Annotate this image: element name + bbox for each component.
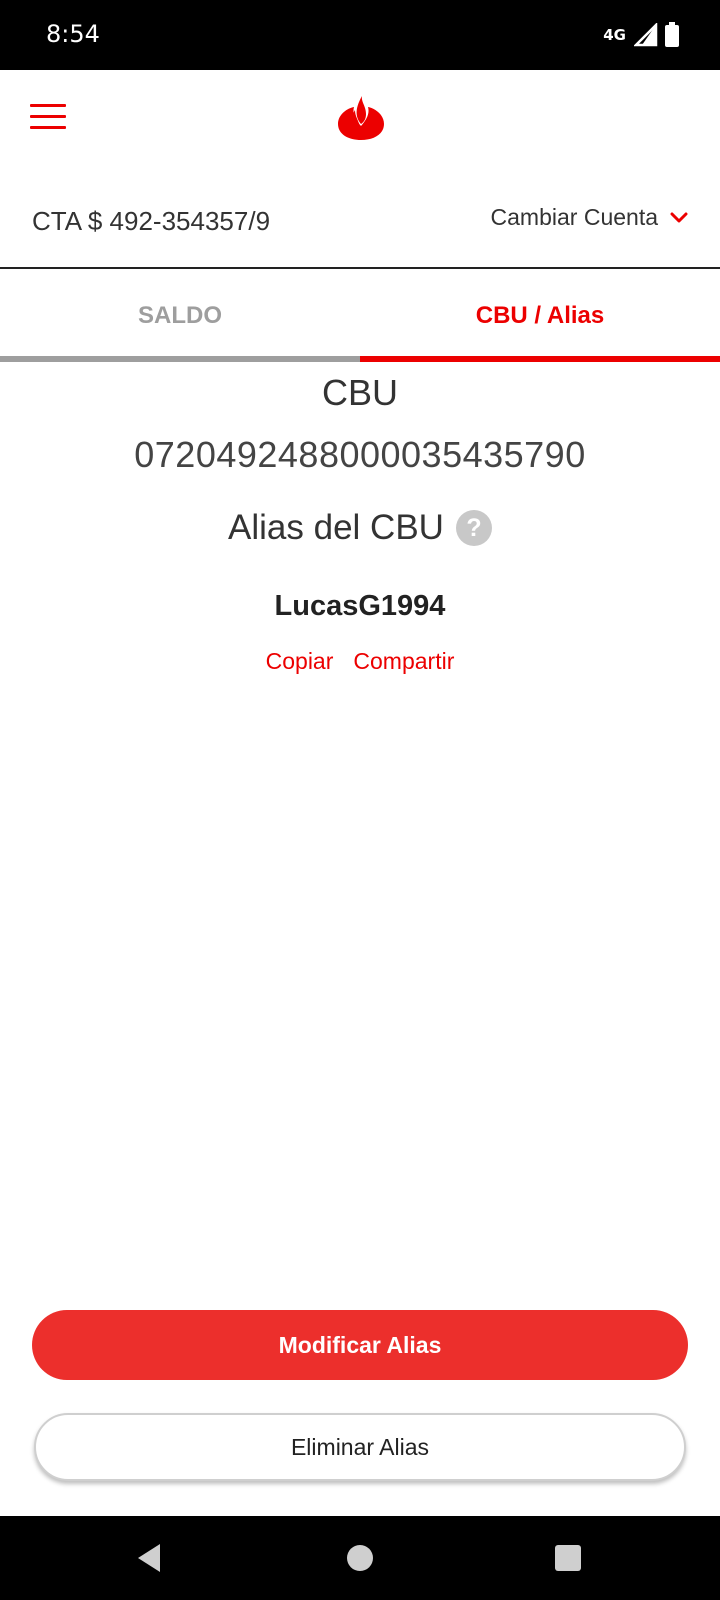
recents-square-icon[interactable] bbox=[550, 1540, 586, 1576]
signal-icon bbox=[634, 23, 658, 47]
system-nav-bar bbox=[0, 1516, 720, 1600]
back-triangle-icon[interactable] bbox=[132, 1540, 168, 1576]
network-type: 4G bbox=[603, 26, 626, 44]
tab-cbu-alias[interactable]: CBU / Alias bbox=[360, 270, 720, 362]
tab-saldo-underline bbox=[0, 356, 360, 362]
status-bar: 8:54 4G bbox=[0, 0, 720, 70]
status-icons: 4G bbox=[603, 20, 680, 50]
battery-icon bbox=[665, 22, 679, 47]
status-time: 8:54 bbox=[46, 20, 100, 48]
help-icon[interactable]: ? bbox=[455, 510, 492, 546]
tab-cbu-alias-label: CBU / Alias bbox=[475, 302, 605, 329]
tab-saldo-label: SALDO bbox=[138, 302, 222, 329]
account-number: CTA $ 492-354357/9 bbox=[32, 206, 271, 236]
change-account-button[interactable]: Cambiar Cuenta bbox=[491, 204, 688, 231]
alias-heading: Alias del CBU bbox=[228, 508, 444, 547]
delete-alias-button[interactable]: Eliminar Alias bbox=[34, 1413, 686, 1481]
share-link[interactable]: Compartir bbox=[353, 648, 454, 675]
tabs: SALDO CBU / Alias bbox=[0, 270, 720, 362]
copy-link[interactable]: Copiar bbox=[266, 648, 334, 675]
tab-saldo[interactable]: SALDO bbox=[0, 270, 360, 362]
app-header bbox=[0, 70, 720, 168]
hamburger-menu-icon[interactable] bbox=[30, 104, 66, 134]
account-row: CTA $ 492-354357/9 Cambiar Cuenta bbox=[0, 168, 720, 269]
home-circle-icon[interactable] bbox=[342, 1540, 378, 1576]
santander-flame-logo bbox=[338, 96, 384, 140]
tab-cbu-alias-underline bbox=[360, 356, 720, 362]
alias-value: LucasG1994 bbox=[274, 590, 446, 622]
alias-heading-row: Alias del CBU ? bbox=[0, 508, 720, 548]
cbu-number: 0720492488000035435790 bbox=[134, 434, 586, 475]
cbu-title: CBU bbox=[321, 372, 398, 413]
change-account-label: Cambiar Cuenta bbox=[490, 204, 658, 230]
chevron-down-icon bbox=[670, 212, 688, 222]
modify-alias-button[interactable]: Modificar Alias bbox=[32, 1310, 688, 1380]
alias-actions: Copiar Compartir bbox=[0, 648, 720, 675]
